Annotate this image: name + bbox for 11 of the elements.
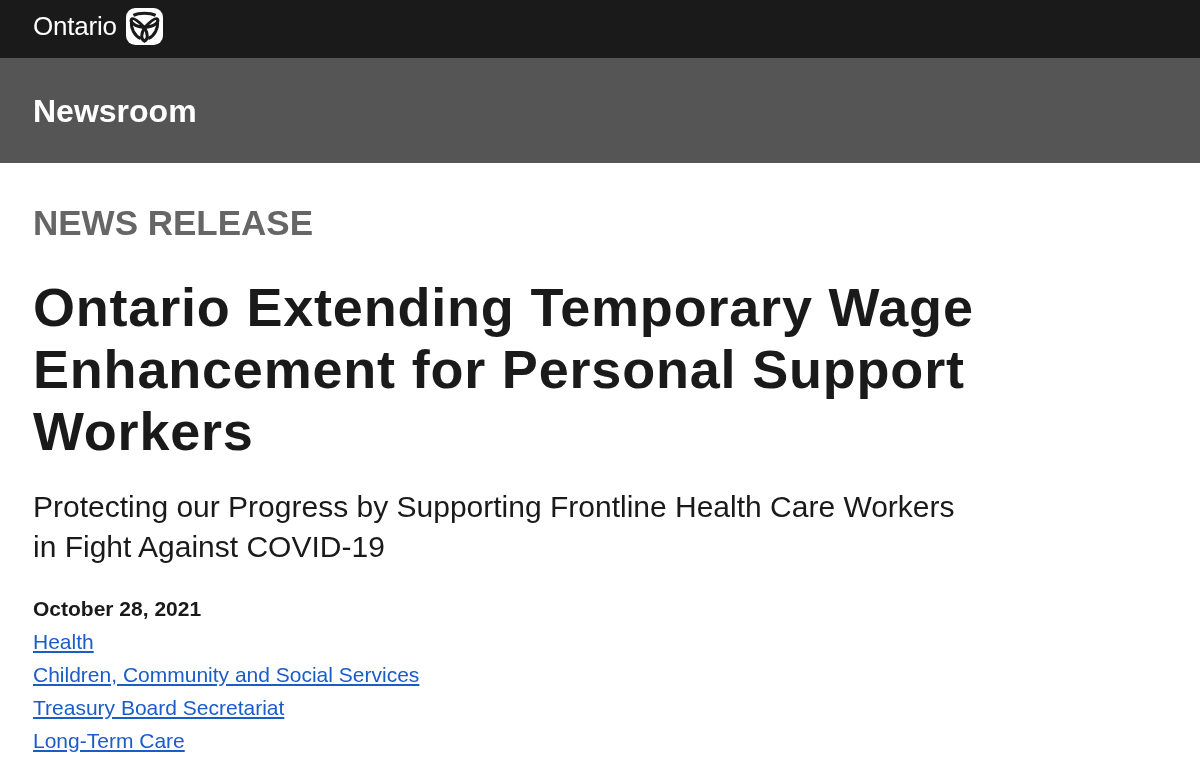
release-label: NEWS RELEASE (33, 203, 314, 243)
topic-link[interactable]: Long-Term Care (33, 726, 185, 755)
headline: Ontario Extending Temporary Wage Enhancement for Personal Support Workers (33, 276, 975, 462)
topic-link[interactable]: Health (33, 627, 94, 656)
subheadline: Protecting our Progress by Supporting Frontline Health Care Workers in Fight Against COVID-19 (33, 489, 956, 565)
section-title[interactable]: Newsroom (33, 94, 197, 127)
topic-link[interactable]: Children, Community and Social Services (33, 660, 420, 689)
ontario-wordmark[interactable]: Ontario (33, 13, 117, 39)
release-date: October 28, 2021 (33, 596, 202, 622)
trillium-logo-icon[interactable] (125, 7, 163, 45)
topic-link[interactable]: Treasury Board Secretariat (33, 693, 285, 722)
